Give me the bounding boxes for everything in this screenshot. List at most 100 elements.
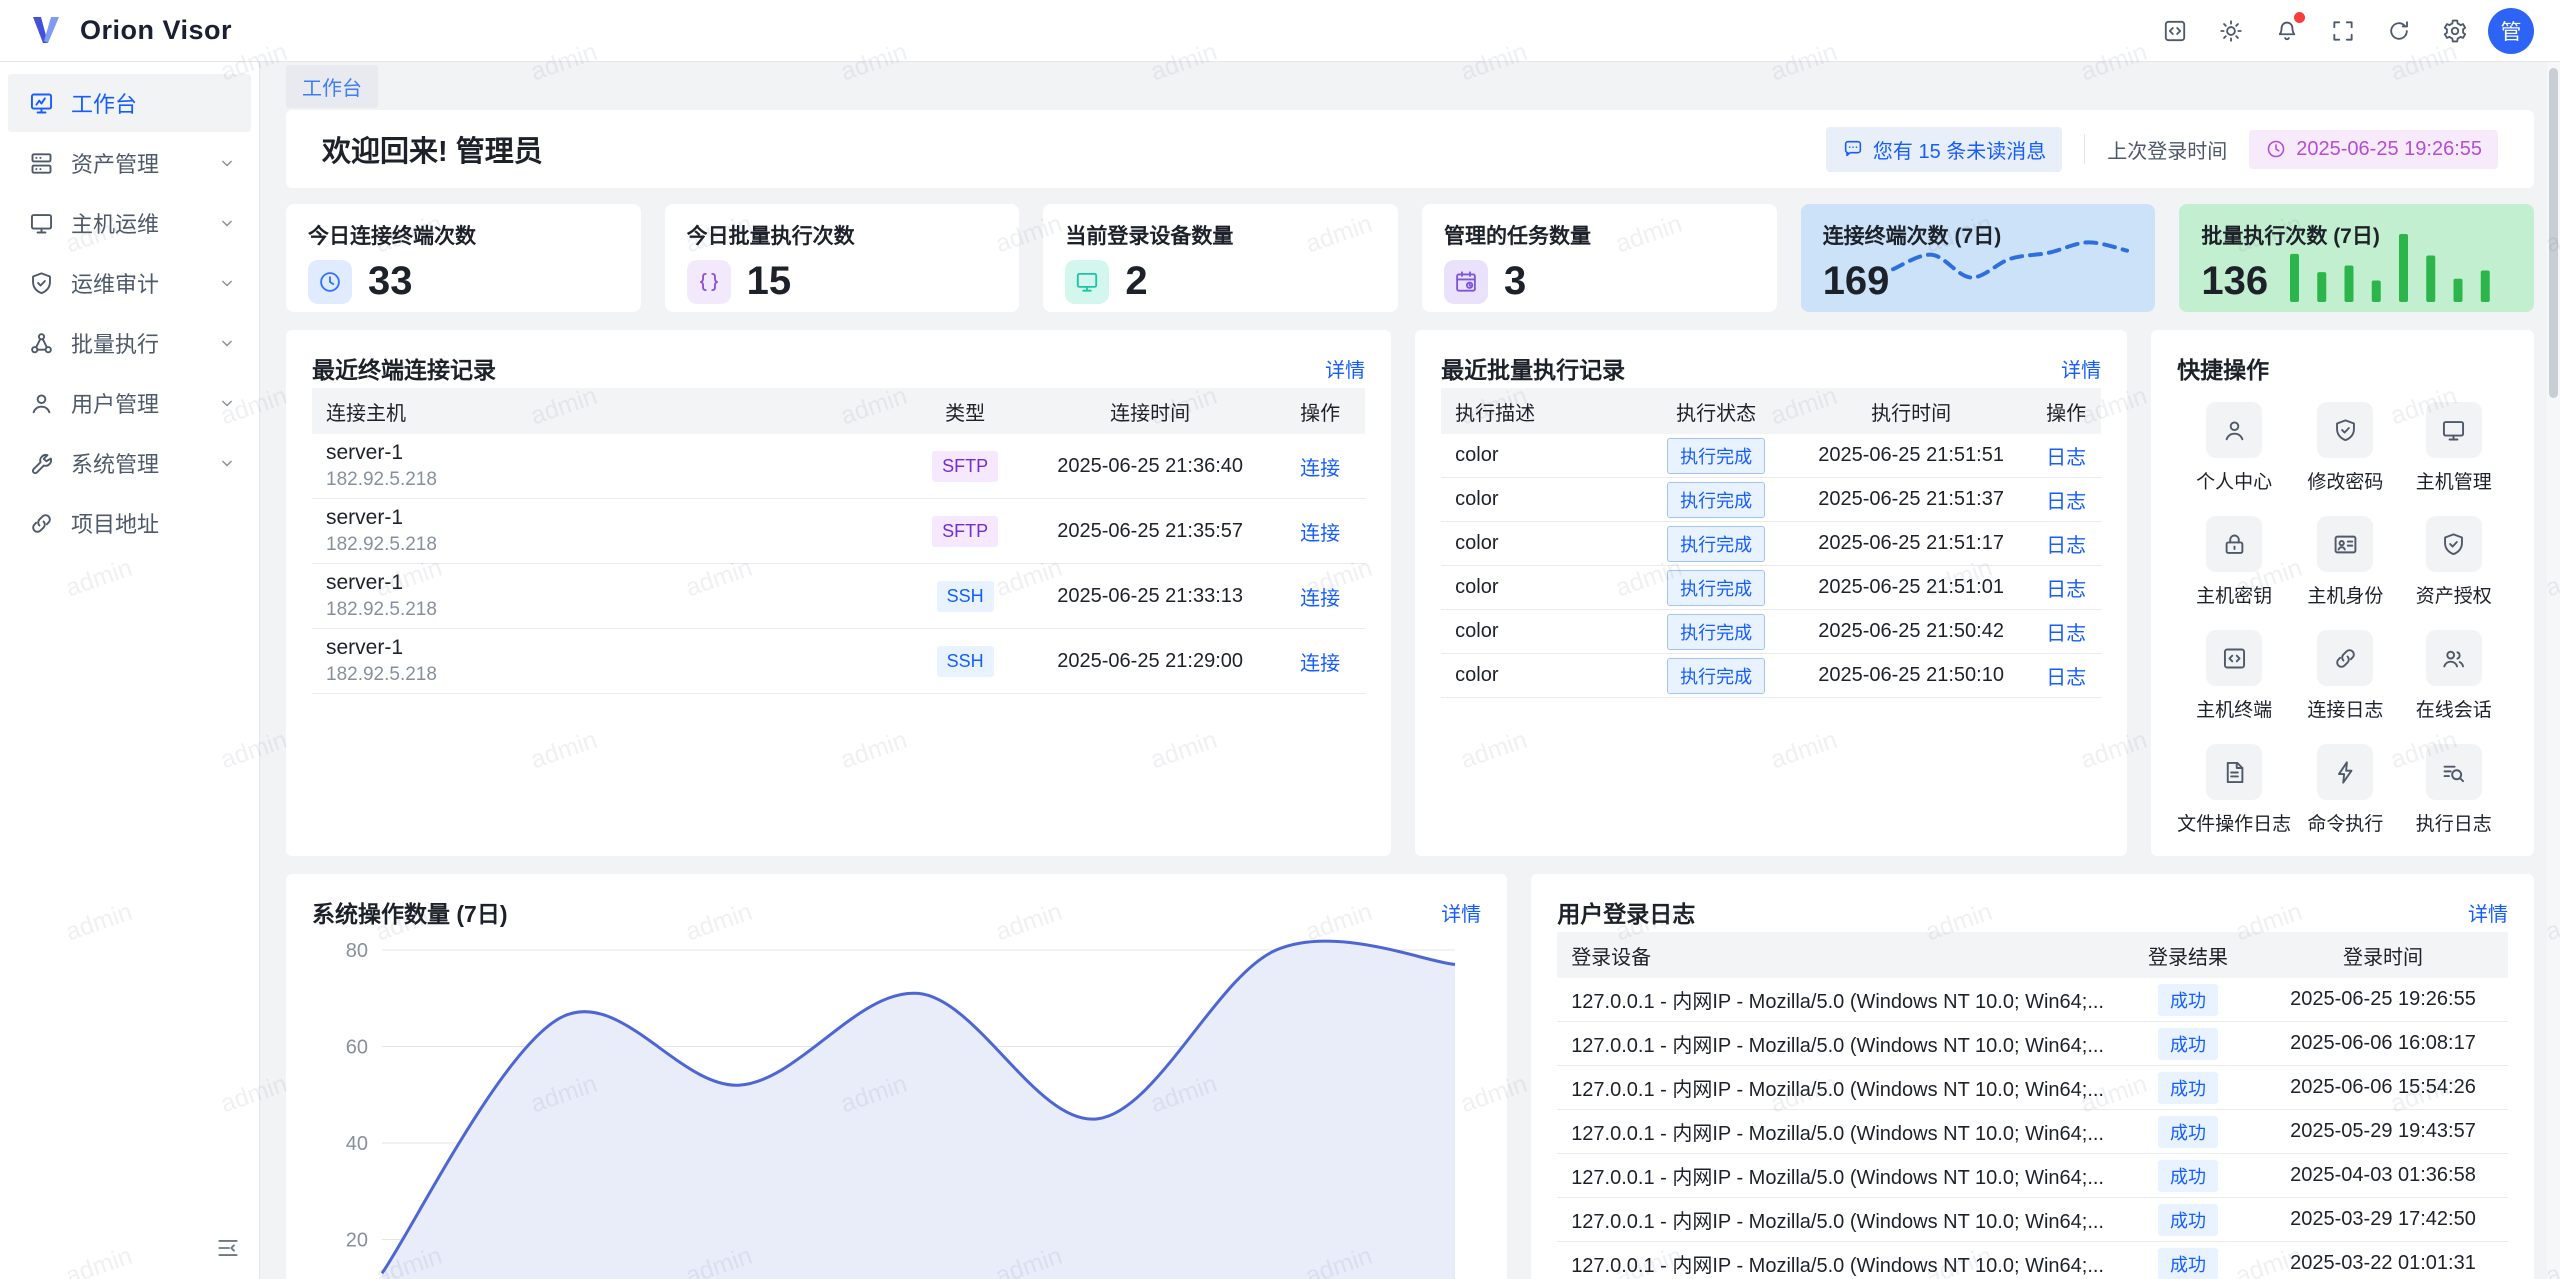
login-log-row: 127.0.0.1 - 内网IP - Mozilla/5.0 (Windows … xyxy=(1557,1198,2508,1242)
mini-bar-chart xyxy=(2284,226,2514,302)
sidebar-item-label: 用户管理 xyxy=(71,387,217,419)
sidebar-item-dashboard[interactable]: 工作台 xyxy=(8,74,251,132)
exec-status-badge: 执行完成 xyxy=(1667,570,1765,606)
quick-action-file-9[interactable]: 文件操作日志 xyxy=(2177,738,2291,842)
login-result-badge: 成功 xyxy=(2158,1204,2218,1236)
exec-time: 2025-06-25 21:51:01 xyxy=(1791,576,2031,599)
connect-link[interactable]: 连接 xyxy=(1300,588,1340,610)
batch-table-body: color执行完成2025-06-25 21:51:51日志color执行完成2… xyxy=(1441,434,2101,698)
connection-type-badge: SFTP xyxy=(932,451,998,482)
code-square-icon xyxy=(2162,18,2188,44)
topbar: Orion Visor 管 xyxy=(0,0,2560,62)
breadcrumb-item-workbench[interactable]: 工作台 xyxy=(286,65,378,108)
unread-messages-badge[interactable]: 您有 15 条未读消息 xyxy=(1826,127,2062,172)
connection-type-badge: SFTP xyxy=(932,516,998,547)
scrollbar-thumb[interactable] xyxy=(2549,68,2558,398)
monitor-icon xyxy=(2426,402,2482,458)
sidebar-item-shield-check[interactable]: 运维审计 xyxy=(8,254,251,312)
sidebar-collapse-button[interactable] xyxy=(211,1231,245,1265)
quick-action-id-card-4[interactable]: 主机身份 xyxy=(2291,510,2399,614)
exec-time: 2025-06-25 21:51:17 xyxy=(1791,532,2031,555)
sidebar-item-label: 项目地址 xyxy=(71,507,237,539)
log-link[interactable]: 日志 xyxy=(2046,491,2086,513)
quick-action-shield-check-5[interactable]: 资产授权 xyxy=(2400,510,2508,614)
quick-action-lock-3[interactable]: 主机密钥 xyxy=(2177,510,2291,614)
batch-record-row: color执行完成2025-06-25 21:50:10日志 xyxy=(1441,654,2101,698)
login-device: 127.0.0.1 - 内网IP - Mozilla/5.0 (Windows … xyxy=(1557,1249,2118,1278)
exec-description: color xyxy=(1441,532,1641,555)
login-result-badge: 成功 xyxy=(2158,1028,2218,1060)
search-list-icon xyxy=(2426,744,2482,800)
sidebar-item-wrench[interactable]: 系统管理 xyxy=(8,434,251,492)
chevron-down-icon xyxy=(217,393,237,413)
log-link[interactable]: 日志 xyxy=(2046,447,2086,469)
theme-toggle-button[interactable] xyxy=(2208,8,2254,54)
quick-action-code-6[interactable]: 主机终端 xyxy=(2177,624,2291,728)
stat-value: 15 xyxy=(747,259,792,304)
connect-link[interactable]: 连接 xyxy=(1300,458,1340,480)
login-detail-link[interactable]: 详情 xyxy=(2468,898,2508,927)
log-link[interactable]: 日志 xyxy=(2046,579,2086,601)
terminal-record-row: server-1182.92.5.218SSH2025-06-25 21:29:… xyxy=(312,629,1365,694)
welcome-card: 欢迎回来! 管理员 您有 15 条未读消息 上次登录时间 2025-06-25 … xyxy=(286,110,2534,188)
clock-icon xyxy=(2265,138,2287,160)
login-log-row: 127.0.0.1 - 内网IP - Mozilla/5.0 (Windows … xyxy=(1557,1022,2508,1066)
clock-icon xyxy=(308,260,352,304)
settings-button[interactable] xyxy=(2432,8,2478,54)
quick-action-link-7[interactable]: 连接日志 xyxy=(2291,624,2399,728)
sidebar-item-cluster[interactable]: 批量执行 xyxy=(8,314,251,372)
quick-action-label: 主机密钥 xyxy=(2196,581,2272,608)
page-scrollbar[interactable] xyxy=(2547,62,2560,1279)
stat-card-4: 连接终端次数 (7日)169 xyxy=(1801,204,2156,312)
user-avatar[interactable]: 管 xyxy=(2488,8,2534,54)
quick-action-lightning-10[interactable]: 命令执行 xyxy=(2291,738,2399,842)
terminal-detail-link[interactable]: 详情 xyxy=(1325,354,1365,383)
notifications-button[interactable] xyxy=(2264,8,2310,54)
connect-link[interactable]: 连接 xyxy=(1300,653,1340,675)
quick-action-search-list-11[interactable]: 执行日志 xyxy=(2400,738,2508,842)
sidebar-item-label: 批量执行 xyxy=(71,327,217,359)
sidebar-item-server[interactable]: 资产管理 xyxy=(8,134,251,192)
log-link[interactable]: 日志 xyxy=(2046,623,2086,645)
log-link[interactable]: 日志 xyxy=(2046,667,2086,689)
exec-time: 2025-06-25 21:50:10 xyxy=(1791,664,2031,687)
log-link[interactable]: 日志 xyxy=(2046,535,2086,557)
quick-action-users-8[interactable]: 在线会话 xyxy=(2400,624,2508,728)
login-device: 127.0.0.1 - 内网IP - Mozilla/5.0 (Windows … xyxy=(1557,1205,2118,1234)
terminal-record-row: server-1182.92.5.218SFTP2025-06-25 21:36… xyxy=(312,434,1365,499)
exec-status-badge: 执行完成 xyxy=(1667,482,1765,518)
person-icon xyxy=(2206,402,2262,458)
refresh-button[interactable] xyxy=(2376,8,2422,54)
topbar-actions: 管 xyxy=(2152,8,2534,54)
quick-action-label: 在线会话 xyxy=(2416,695,2492,722)
host-name: server-1 xyxy=(326,439,891,467)
code-preview-button[interactable] xyxy=(2152,8,2198,54)
fullscreen-button[interactable] xyxy=(2320,8,2366,54)
sidebar-item-person[interactable]: 用户管理 xyxy=(8,374,251,432)
sidebar-item-monitor[interactable]: 主机运维 xyxy=(8,194,251,252)
svg-text:40: 40 xyxy=(346,1133,368,1155)
exec-status-badge: 执行完成 xyxy=(1667,614,1765,650)
server-icon xyxy=(28,150,55,177)
wrench-icon xyxy=(28,450,55,477)
calendar-icon xyxy=(1444,260,1488,304)
quick-action-shield-check-1[interactable]: 修改密码 xyxy=(2291,396,2399,500)
connect-link[interactable]: 连接 xyxy=(1300,523,1340,545)
sidebar-item-link[interactable]: 项目地址 xyxy=(8,494,251,552)
batch-detail-link[interactable]: 详情 xyxy=(2061,354,2101,383)
bottom-row: 系统操作数量 (7日) 详情 0204060802025-06-192025-0… xyxy=(286,874,2534,1279)
host-ip: 182.92.5.218 xyxy=(326,662,891,688)
svg-text:60: 60 xyxy=(346,1037,368,1059)
chevron-down-icon xyxy=(217,333,237,353)
file-icon xyxy=(2206,744,2262,800)
sidebar: 工作台资产管理主机运维运维审计批量执行用户管理系统管理项目地址 xyxy=(0,62,260,1279)
quick-action-label: 资产授权 xyxy=(2416,581,2492,608)
quick-action-person-0[interactable]: 个人中心 xyxy=(2177,396,2291,500)
quick-action-monitor-2[interactable]: 主机管理 xyxy=(2400,396,2508,500)
login-result-badge: 成功 xyxy=(2158,1160,2218,1192)
batch-record-row: color执行完成2025-06-25 21:51:17日志 xyxy=(1441,522,2101,566)
ops-chart-detail-link[interactable]: 详情 xyxy=(1441,898,1481,927)
person-icon xyxy=(28,390,55,417)
exec-description: color xyxy=(1441,664,1641,687)
stat-value: 169 xyxy=(1823,259,1890,304)
